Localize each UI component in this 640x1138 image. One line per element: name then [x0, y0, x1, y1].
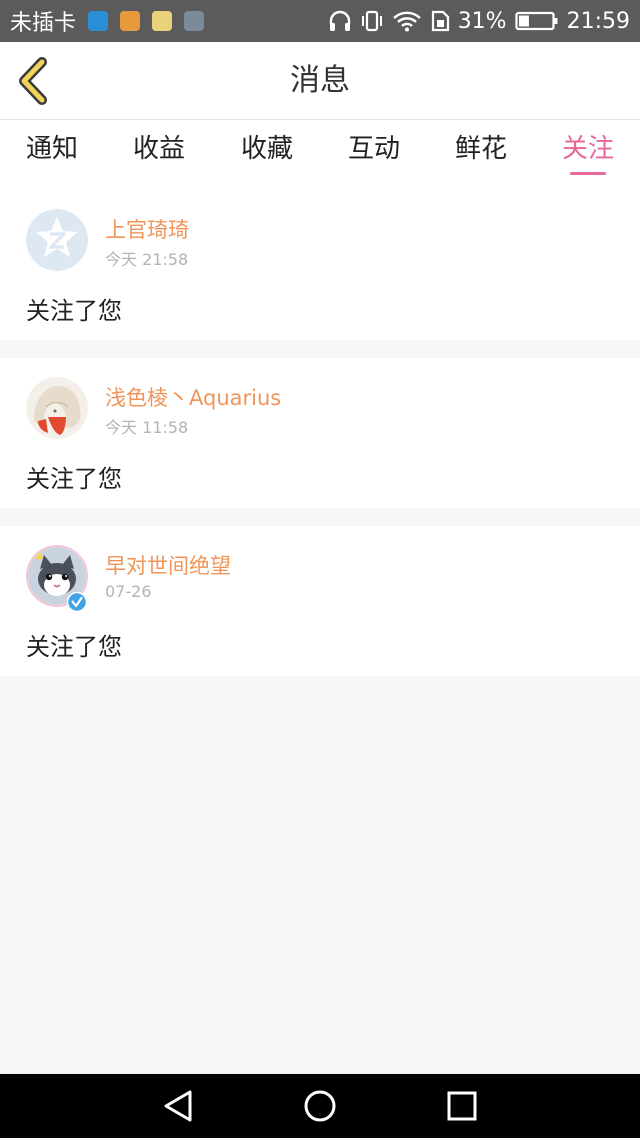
vibrate-icon: [361, 10, 382, 32]
active-tab-indicator: [570, 172, 606, 175]
system-nav-bar: [0, 1074, 640, 1138]
status-bar: 未插卡 31% 21:59: [0, 0, 640, 42]
tab-favorites[interactable]: 收藏: [217, 120, 317, 190]
page-title: 消息: [290, 63, 350, 98]
avatar[interactable]: [26, 377, 88, 439]
list-item[interactable]: 浅色棱丶Aquarius 今天 11:58 关注了您: [0, 358, 640, 508]
triangle-back-icon: [164, 1090, 192, 1122]
avatar[interactable]: [26, 209, 88, 271]
carrier-text: 未插卡: [10, 11, 77, 36]
nav-home-button[interactable]: [302, 1088, 338, 1124]
tab-interactions[interactable]: 互动: [324, 120, 424, 190]
chat-notification-icon: [152, 11, 173, 31]
app-notification-icon: [88, 11, 109, 31]
timestamp: 今天 11:58: [105, 418, 189, 437]
username[interactable]: 早对世间绝望: [105, 550, 231, 580]
message-list: 上官琦琦 今天 21:58 关注了您 浅色棱丶Aquarius 今天 11:58…: [0, 190, 640, 676]
tab-follows[interactable]: 关注: [538, 120, 638, 190]
tab-earnings[interactable]: 收益: [109, 120, 209, 190]
square-recents-icon: [447, 1091, 477, 1121]
timestamp: 今天 21:58: [105, 250, 189, 269]
sim-card-icon: [431, 10, 449, 32]
battery-icon: [514, 11, 558, 31]
app-notification-icon: [120, 11, 141, 31]
timestamp: 07-26: [105, 582, 152, 601]
tab-bar: 通知 收益 收藏 互动 鲜花 关注: [0, 120, 640, 190]
tab-notifications[interactable]: 通知: [2, 120, 102, 190]
wifi-icon: [392, 11, 421, 32]
list-item[interactable]: 早对世间绝望 07-26 关注了您: [0, 526, 640, 676]
clock-time: 21:59: [566, 8, 630, 34]
header-bar: 消息: [0, 42, 640, 120]
circle-home-icon: [304, 1090, 336, 1122]
nav-recents-button[interactable]: [444, 1088, 480, 1124]
status-right: 31% 21:59: [328, 9, 630, 34]
verified-badge: [66, 591, 88, 616]
status-left: 未插卡: [10, 5, 205, 37]
message-text: 关注了您: [26, 465, 122, 493]
tab-flowers[interactable]: 鲜花: [431, 120, 531, 190]
default-avatar-icon: [26, 209, 88, 271]
username[interactable]: 上官琦琦: [105, 214, 189, 244]
message-text: 关注了您: [26, 297, 122, 325]
image-notification-icon: [184, 11, 205, 31]
username[interactable]: 浅色棱丶Aquarius: [105, 382, 281, 412]
message-text: 关注了您: [26, 633, 122, 661]
anime-girl-avatar: [26, 377, 88, 439]
nav-back-button[interactable]: [160, 1088, 196, 1124]
battery-percent: 31%: [457, 8, 507, 34]
verified-check-icon: [66, 591, 88, 613]
list-item[interactable]: 上官琦琦 今天 21:58 关注了您: [0, 190, 640, 340]
headphones-icon: [329, 10, 350, 31]
